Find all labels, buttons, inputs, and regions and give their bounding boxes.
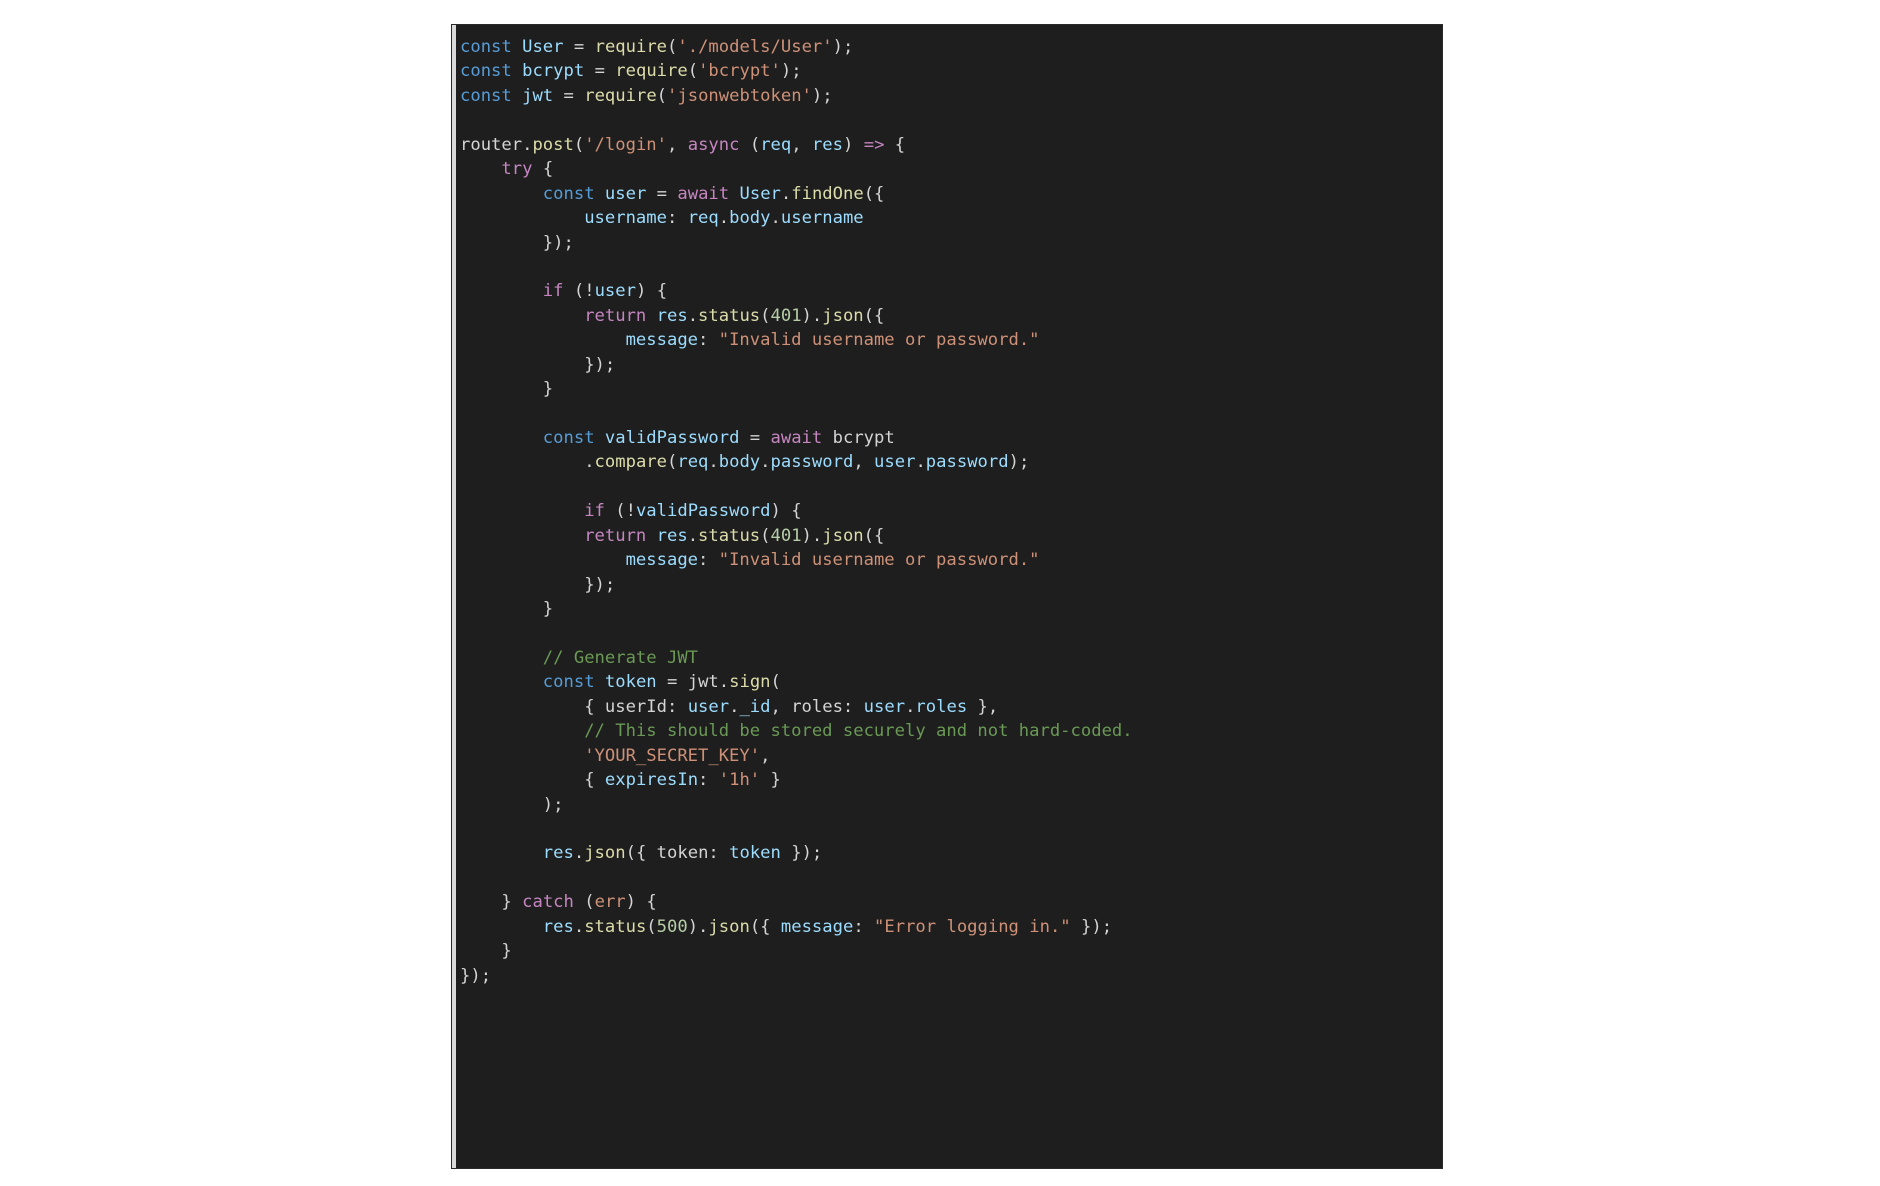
code-line: const token = jwt.sign( [542, 672, 781, 693]
code-line: res.json({ token: token }); [542, 843, 823, 864]
code-line: } [542, 379, 554, 400]
code-line: 'YOUR_SECRET_KEY', [584, 745, 771, 766]
code-line: const jwt = require('jsonwebtoken'); [460, 85, 833, 106]
page-root: const User = require('./models/User'); co… [0, 0, 1880, 1186]
code-line: .compare(req.body.password, user.passwor… [584, 452, 1030, 473]
code-line: } [501, 941, 512, 962]
code-line: { userId: user._id, roles: user.roles }, [584, 696, 999, 717]
code-line: const validPassword = await bcrypt [542, 428, 895, 448]
code-line: { expiresIn: '1h' } [584, 770, 781, 791]
code-line: router.post('/login', async (req, res) =… [460, 134, 906, 155]
code-line: }); [542, 232, 574, 253]
code-line: } [542, 599, 554, 620]
code-line: message: "Invalid username or password." [625, 550, 1040, 571]
code-line: }); [584, 354, 616, 375]
code-line: // Generate JWT [542, 647, 699, 668]
code-line: res.status(500).json({ message: "Error l… [542, 916, 1113, 937]
code-line: username: req.body.username [584, 208, 864, 229]
code-line: message: "Invalid username or password." [625, 330, 1040, 351]
code-line: ); [542, 794, 564, 815]
code-line: }); [584, 574, 616, 595]
code-line: if (!validPassword) { [584, 501, 802, 522]
code-line: // This should be stored securely and no… [584, 721, 1133, 742]
code-line: return res.status(401).json({ [584, 305, 885, 326]
code-line: } catch (err) { [501, 892, 657, 913]
code-line: try { [501, 159, 554, 180]
code-line: const User = require('./models/User'); [460, 37, 854, 57]
code-snippet-block: const User = require('./models/User'); co… [452, 25, 1442, 1168]
code-line: }); [460, 965, 492, 986]
code-line: const bcrypt = require('bcrypt'); [460, 61, 802, 82]
code-text: const User = require('./models/User'); co… [452, 35, 1442, 988]
code-line: return res.status(401).json({ [584, 525, 885, 546]
code-line: const user = await User.findOne({ [542, 183, 885, 204]
code-line: if (!user) { [542, 281, 668, 302]
